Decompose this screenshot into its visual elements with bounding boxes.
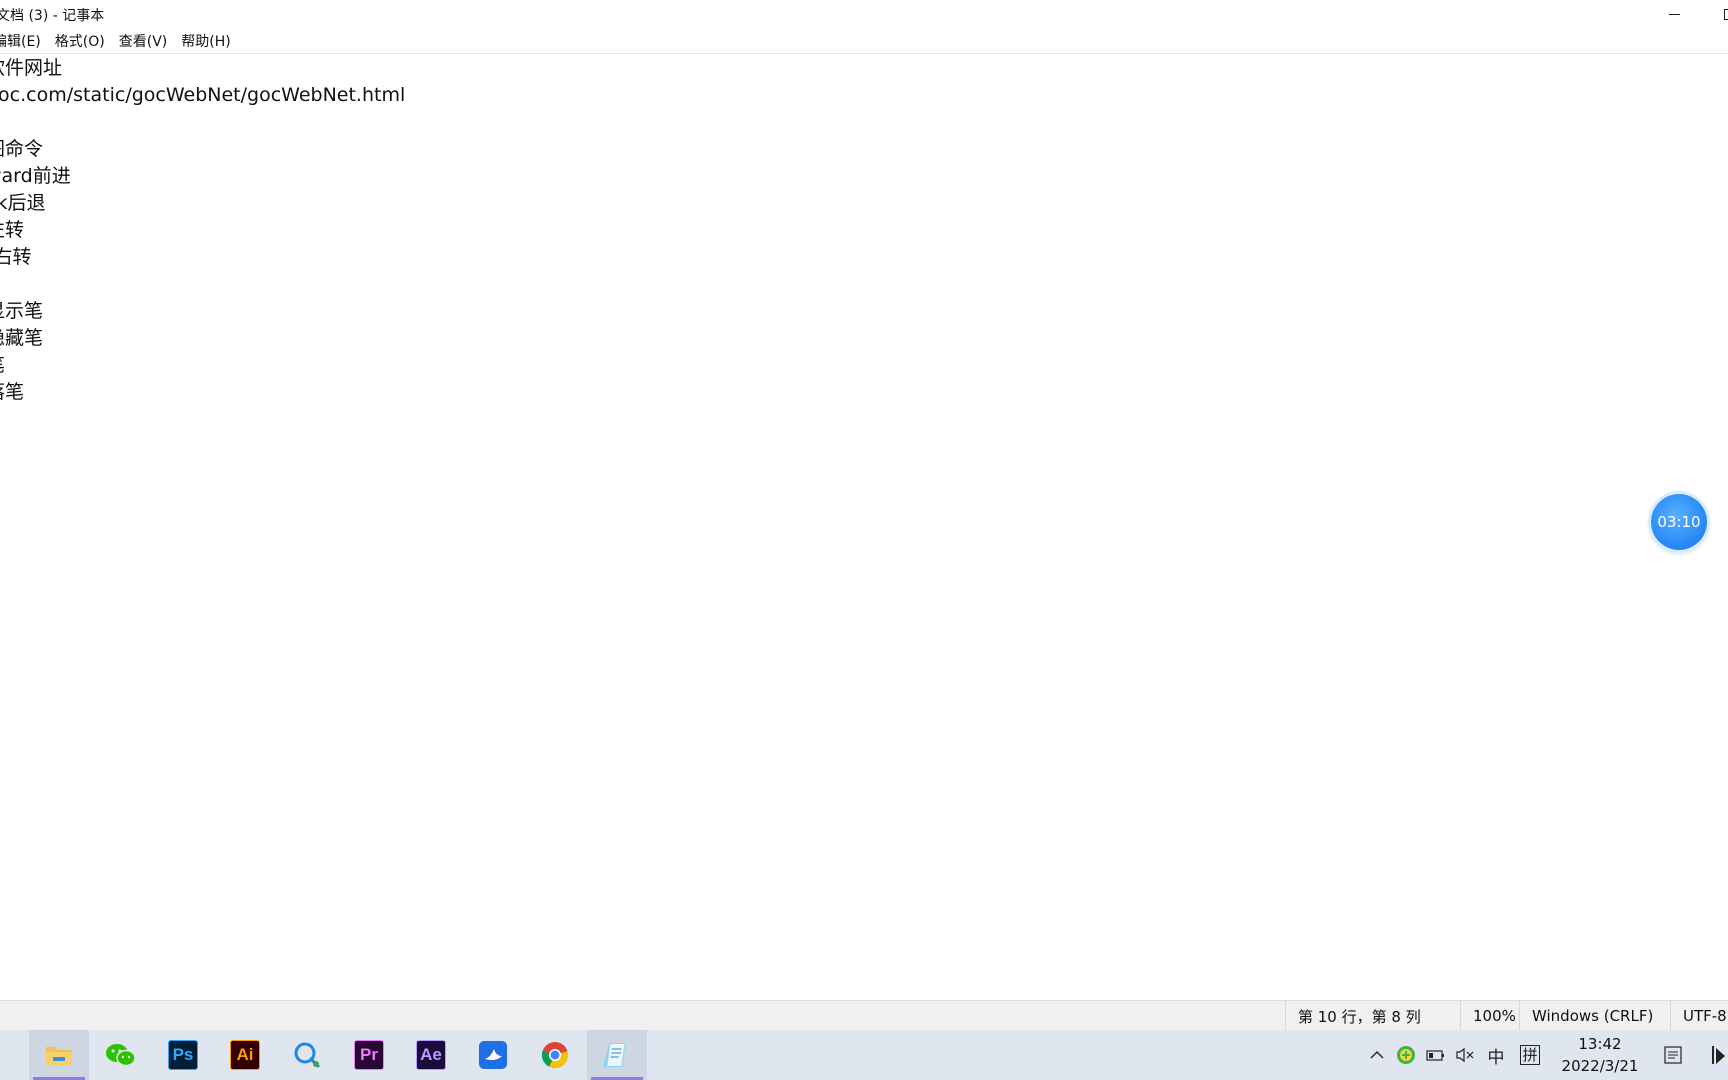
taskbar-clock[interactable]: 13:42 2022/3/21 <box>1555 1033 1645 1077</box>
tray-battery[interactable] <box>1424 1030 1448 1080</box>
taskbar-illustrator[interactable]: Ai <box>215 1030 275 1080</box>
taskbar-chrome[interactable] <box>525 1030 585 1080</box>
timer-value: 03:10 <box>1657 513 1701 531</box>
editor-line: 落笔 <box>0 381 25 403</box>
editor-line: ward前进 <box>0 165 71 187</box>
volume-muted-icon <box>1456 1047 1474 1063</box>
taskbar-file-explorer[interactable] <box>29 1030 89 1080</box>
editor-line: goc.com/static/gocWebNet/gocWebNet.html <box>0 84 406 106</box>
editor-line: 笔 <box>0 352 405 379</box>
maximize-icon <box>1723 8 1728 20</box>
taskbar-wechat[interactable] <box>91 1030 151 1080</box>
tray-volume[interactable] <box>1453 1030 1477 1080</box>
taskbar-search-chat[interactable] <box>277 1030 337 1080</box>
illustrator-icon: Ai <box>230 1040 260 1070</box>
minimize-icon <box>1668 13 1680 15</box>
editor-line: 左转 <box>0 219 25 241</box>
text-editor[interactable]: 软件网址 goc.com/static/gocWebNet/gocWebNet.… <box>0 54 1728 1000</box>
security-plus-icon <box>1397 1046 1415 1064</box>
minimize-button[interactable] <box>1651 0 1697 28</box>
taskbar: Ps Ai Pr Ae 中 拼 13:42 2022/3/21 <box>0 1030 1728 1080</box>
clock-date: 2022/3/21 <box>1561 1057 1639 1075</box>
premiere-icon: Pr <box>354 1040 384 1070</box>
status-bar: 第 10 行，第 8 列 100% Windows (CRLF) UTF-8 <box>0 1000 1728 1030</box>
taskbar-partial-app[interactable] <box>0 1030 6 1080</box>
photoshop-icon: Ps <box>168 1040 198 1070</box>
notepad-window: 文档 (3) - 记事本 编辑(E) 格式(O) 查看(V) 帮助(H) 软件网… <box>0 0 1728 1030</box>
notepad-icon <box>604 1043 626 1067</box>
after-effects-icon: Ae <box>416 1040 446 1070</box>
taskbar-feishu[interactable] <box>463 1030 523 1080</box>
editor-line: t右转 <box>0 246 32 268</box>
chat-search-icon <box>294 1042 320 1068</box>
menu-help[interactable]: 帮助(H) <box>174 31 237 51</box>
chevron-up-icon <box>1370 1051 1384 1059</box>
editor-line: ck后退 <box>0 192 46 214</box>
floating-timer[interactable]: 03:10 <box>1651 494 1707 550</box>
battery-icon <box>1426 1050 1444 1061</box>
status-cursor-position: 第 10 行，第 8 列 <box>1285 1001 1458 1030</box>
wechat-icon <box>106 1044 136 1067</box>
taskbar-photoshop[interactable]: Ps <box>153 1030 213 1080</box>
show-desktop-icon <box>1712 1046 1725 1064</box>
title-bar[interactable]: 文档 (3) - 记事本 <box>0 0 1728 28</box>
maximize-button[interactable] <box>1706 0 1728 28</box>
taskbar-after-effects[interactable]: Ae <box>401 1030 461 1080</box>
tray-security-app[interactable] <box>1394 1030 1418 1080</box>
menu-bar: 编辑(E) 格式(O) 查看(V) 帮助(H) <box>0 29 1728 53</box>
status-encoding: UTF-8 <box>1670 1001 1728 1030</box>
show-desktop-button[interactable] <box>1711 1030 1728 1080</box>
editor-line: 显示笔 <box>0 300 44 322</box>
editor-line: 软件网址 <box>0 57 63 79</box>
taskbar-notepad[interactable] <box>587 1030 647 1080</box>
tray-overflow-button[interactable] <box>1365 1030 1389 1080</box>
chrome-icon <box>541 1042 569 1069</box>
menu-format[interactable]: 格式(O) <box>48 31 112 51</box>
tray-notifications[interactable] <box>1660 1030 1686 1080</box>
menu-view[interactable]: 查看(V) <box>112 31 175 51</box>
editor-content: 软件网址 goc.com/static/gocWebNet/gocWebNet.… <box>0 55 405 406</box>
notification-icon <box>1664 1046 1682 1064</box>
window-title: 文档 (3) - 记事本 <box>0 8 105 24</box>
menu-edit[interactable]: 编辑(E) <box>0 31 48 51</box>
editor-line: 图命令 <box>0 138 44 160</box>
bird-app-icon <box>479 1041 507 1069</box>
editor-line: 隐藏笔 <box>0 327 44 349</box>
tray-ime-language[interactable]: 中 <box>1483 1030 1509 1080</box>
ime-mode-label: 拼 <box>1520 1045 1540 1065</box>
status-line-ending: Windows (CRLF) <box>1519 1001 1682 1030</box>
tray-ime-mode[interactable]: 拼 <box>1517 1030 1543 1080</box>
clock-time: 13:42 <box>1578 1035 1622 1053</box>
taskbar-premiere[interactable]: Pr <box>339 1030 399 1080</box>
folder-icon <box>46 1047 72 1066</box>
